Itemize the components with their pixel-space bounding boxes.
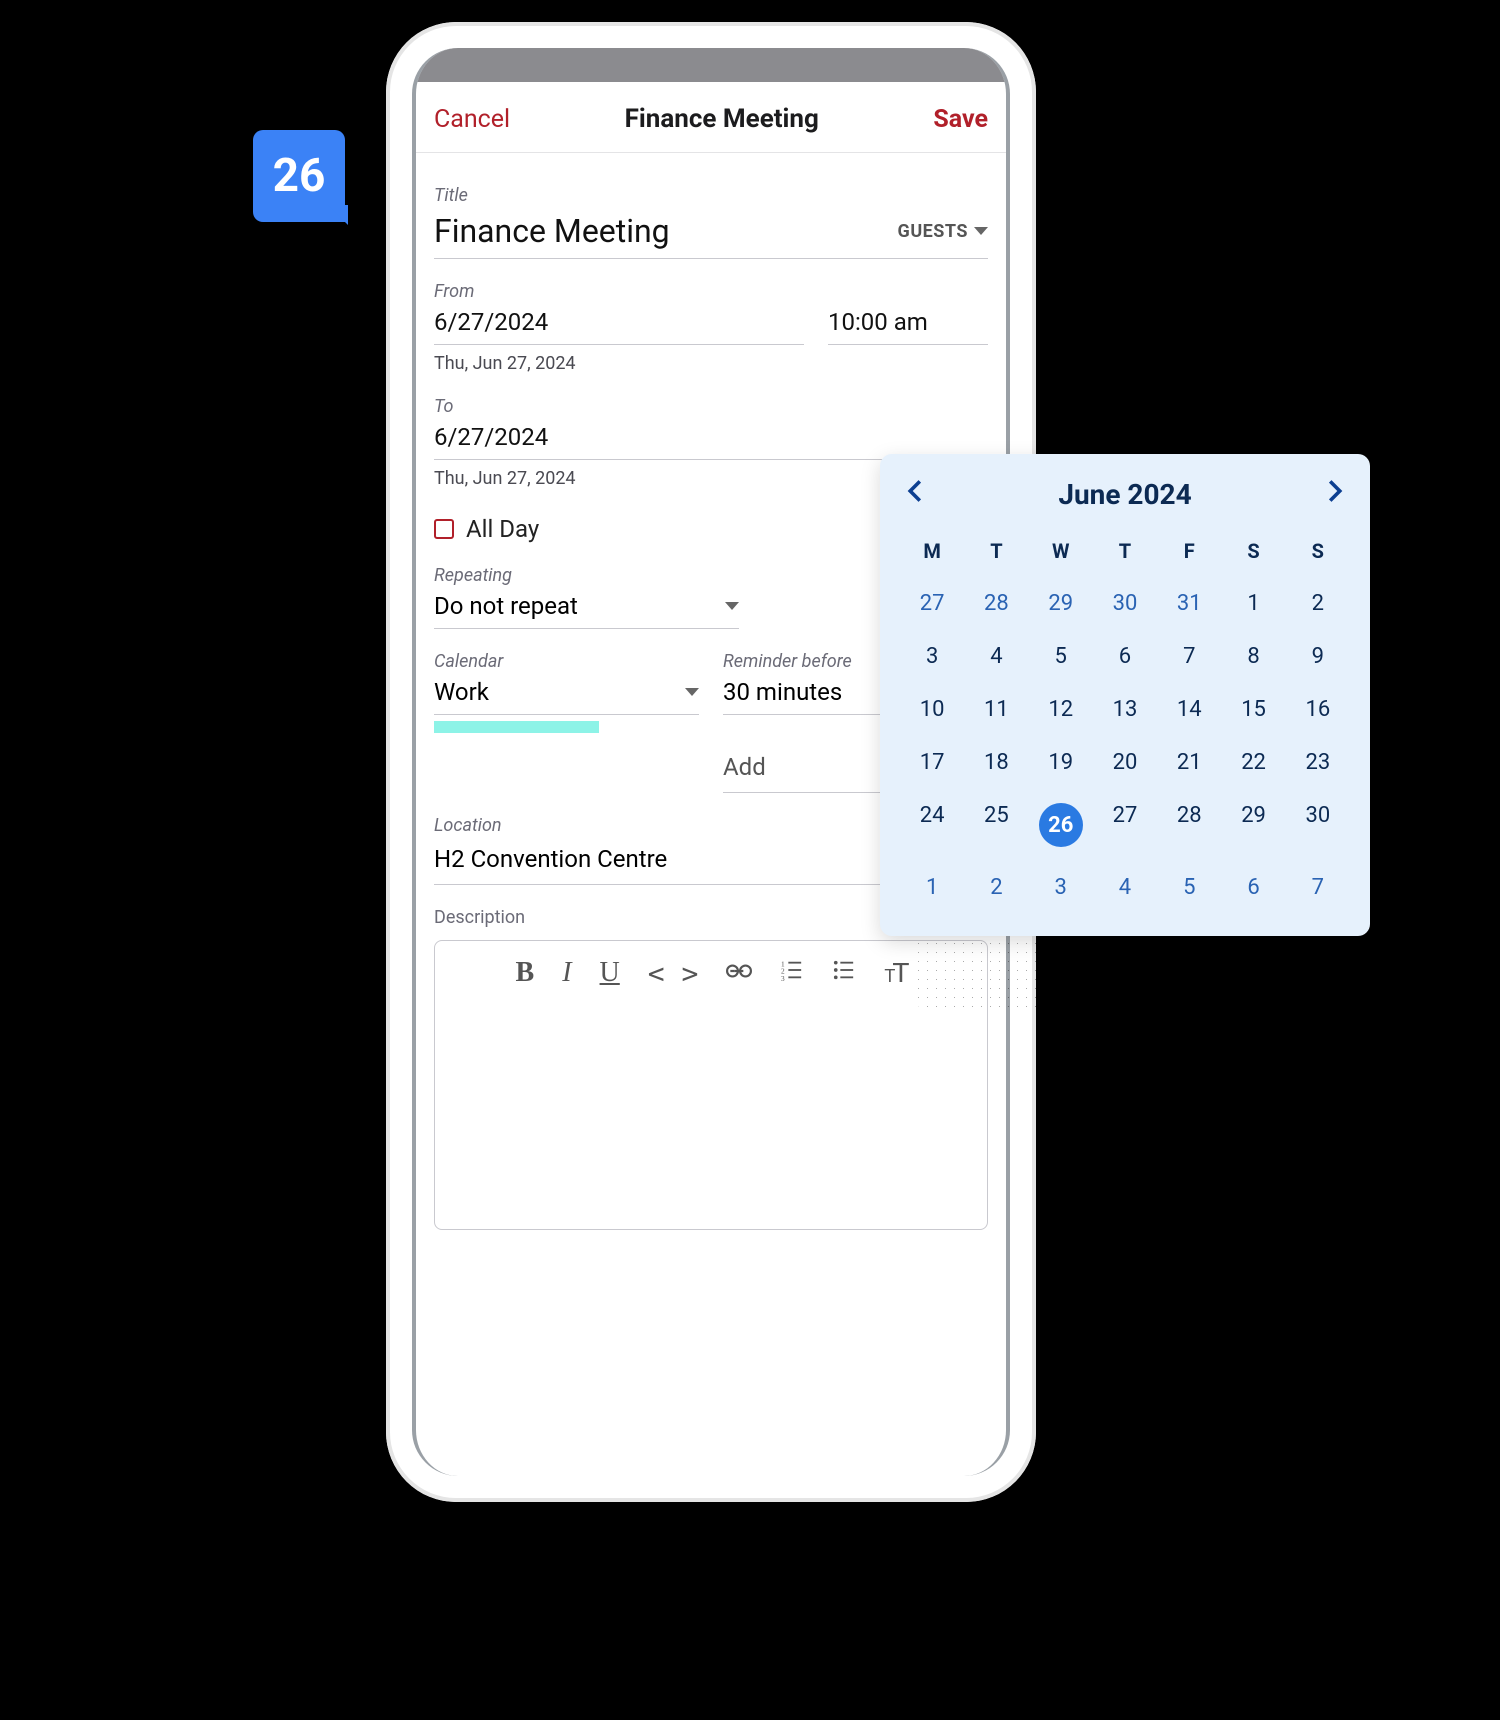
location-value: H2 Convention Centre (434, 845, 667, 873)
datepicker-dow: S (1286, 529, 1350, 577)
datepicker-popover: June 2024 MTWTFSS 2728293031123456789101… (880, 454, 1370, 936)
datepicker-dow: M (900, 529, 964, 577)
datepicker-day[interactable]: 27 (900, 577, 964, 630)
bullet-list-icon[interactable] (832, 957, 856, 990)
from-date-value: 6/27/2024 (434, 308, 548, 336)
to-date-value: 6/27/2024 (434, 423, 548, 451)
cancel-button[interactable]: Cancel (434, 105, 510, 134)
datepicker-dow: W (1029, 529, 1093, 577)
datepicker-day[interactable]: 2 (964, 861, 1028, 914)
guests-button[interactable]: GUESTS (898, 221, 988, 242)
ordered-list-icon[interactable]: 123 (780, 957, 804, 990)
checkbox-icon (434, 519, 454, 539)
guests-button-label: GUESTS (898, 221, 968, 242)
datepicker-day[interactable]: 1 (1221, 577, 1285, 630)
datepicker-day[interactable]: 4 (964, 630, 1028, 683)
all-day-label: All Day (466, 515, 539, 543)
datepicker-day[interactable]: 8 (1221, 630, 1285, 683)
datepicker-day[interactable]: 22 (1221, 736, 1285, 789)
chevron-down-icon (725, 602, 739, 610)
datepicker-day[interactable]: 29 (1029, 577, 1093, 630)
datepicker-day[interactable]: 3 (900, 630, 964, 683)
datepicker-day[interactable]: 4 (1093, 861, 1157, 914)
datepicker-day[interactable]: 7 (1286, 861, 1350, 914)
datepicker-day[interactable]: 18 (964, 736, 1028, 789)
datepicker-day[interactable]: 10 (900, 683, 964, 736)
datepicker-day[interactable]: 21 (1157, 736, 1221, 789)
from-time-input[interactable]: 10:00 am (828, 302, 988, 345)
title-label: Title (434, 185, 988, 206)
calendar-app-icon-number: 26 (273, 149, 326, 203)
page-title: Finance Meeting (625, 104, 819, 134)
datepicker-day[interactable]: 6 (1093, 630, 1157, 683)
calendar-value: Work (434, 678, 489, 706)
calendar-app-icon: 26 (253, 130, 345, 222)
chevron-down-icon (974, 227, 988, 235)
datepicker-prev-month[interactable] (906, 479, 924, 510)
datepicker-day[interactable]: 19 (1029, 736, 1093, 789)
underline-icon[interactable]: U (600, 957, 620, 990)
svg-text:3: 3 (781, 974, 785, 981)
reminder-value: 30 minutes (723, 678, 842, 706)
save-button[interactable]: Save (933, 105, 988, 134)
from-date-input[interactable]: 6/27/2024 (434, 302, 804, 345)
datepicker-day[interactable]: 15 (1221, 683, 1285, 736)
datepicker-dow: T (1093, 529, 1157, 577)
status-bar (416, 48, 1006, 82)
datepicker-day[interactable]: 28 (1157, 789, 1221, 861)
datepicker-day[interactable]: 2 (1286, 577, 1350, 630)
code-icon[interactable]: < > (648, 957, 699, 990)
datepicker-dow: S (1221, 529, 1285, 577)
datepicker-day[interactable]: 24 (900, 789, 964, 861)
repeating-select[interactable]: Do not repeat (434, 586, 739, 629)
title-input[interactable]: Finance Meeting (434, 212, 670, 250)
datepicker-dow: T (964, 529, 1028, 577)
datepicker-day[interactable]: 30 (1286, 789, 1350, 861)
datepicker-day[interactable]: 17 (900, 736, 964, 789)
description-toolbar: B I U < > 123 T (435, 941, 987, 1006)
datepicker-day[interactable]: 28 (964, 577, 1028, 630)
datepicker-day[interactable]: 3 (1029, 861, 1093, 914)
title-row: Finance Meeting GUESTS (434, 206, 988, 259)
from-label: From (434, 281, 988, 302)
to-label: To (434, 396, 988, 417)
datepicker-day[interactable]: 13 (1093, 683, 1157, 736)
datepicker-day[interactable]: 14 (1157, 683, 1221, 736)
description-editor[interactable]: B I U < > 123 T (434, 940, 988, 1230)
datepicker-month-label: June 2024 (1058, 478, 1191, 511)
datepicker-day[interactable]: 7 (1157, 630, 1221, 683)
datepicker-day[interactable]: 9 (1286, 630, 1350, 683)
calendar-label: Calendar (434, 651, 699, 672)
datepicker-day[interactable]: 23 (1286, 736, 1350, 789)
datepicker-day[interactable]: 12 (1029, 683, 1093, 736)
repeating-value: Do not repeat (434, 592, 578, 620)
calendar-select[interactable]: Work (434, 672, 699, 715)
from-helper: Thu, Jun 27, 2024 (434, 353, 988, 374)
reminder-add-label: Add (723, 753, 766, 781)
from-time-value: 10:00 am (828, 308, 928, 336)
datepicker-day[interactable]: 31 (1157, 577, 1221, 630)
datepicker-day[interactable]: 11 (964, 683, 1028, 736)
datepicker-day[interactable]: 16 (1286, 683, 1350, 736)
chevron-down-icon (685, 688, 699, 696)
datepicker-day[interactable]: 5 (1157, 861, 1221, 914)
datepicker-day[interactable]: 27 (1093, 789, 1157, 861)
datepicker-day[interactable]: 25 (964, 789, 1028, 861)
datepicker-day[interactable]: 20 (1093, 736, 1157, 789)
event-editor-topbar: Cancel Finance Meeting Save (416, 82, 1006, 153)
link-icon[interactable] (726, 957, 752, 990)
datepicker-dow: F (1157, 529, 1221, 577)
datepicker-day[interactable]: 30 (1093, 577, 1157, 630)
datepicker-next-month[interactable] (1326, 479, 1344, 510)
bold-icon[interactable]: B (516, 957, 535, 990)
italic-icon[interactable]: I (562, 957, 571, 990)
datepicker-day[interactable]: 6 (1221, 861, 1285, 914)
datepicker-day[interactable]: 5 (1029, 630, 1093, 683)
datepicker-day[interactable]: 1 (900, 861, 964, 914)
calendar-color-swatch (434, 721, 599, 733)
text-size-icon[interactable]: TT (884, 957, 906, 990)
datepicker-day[interactable]: 29 (1221, 789, 1285, 861)
datepicker-day[interactable]: 26 (1029, 789, 1093, 861)
